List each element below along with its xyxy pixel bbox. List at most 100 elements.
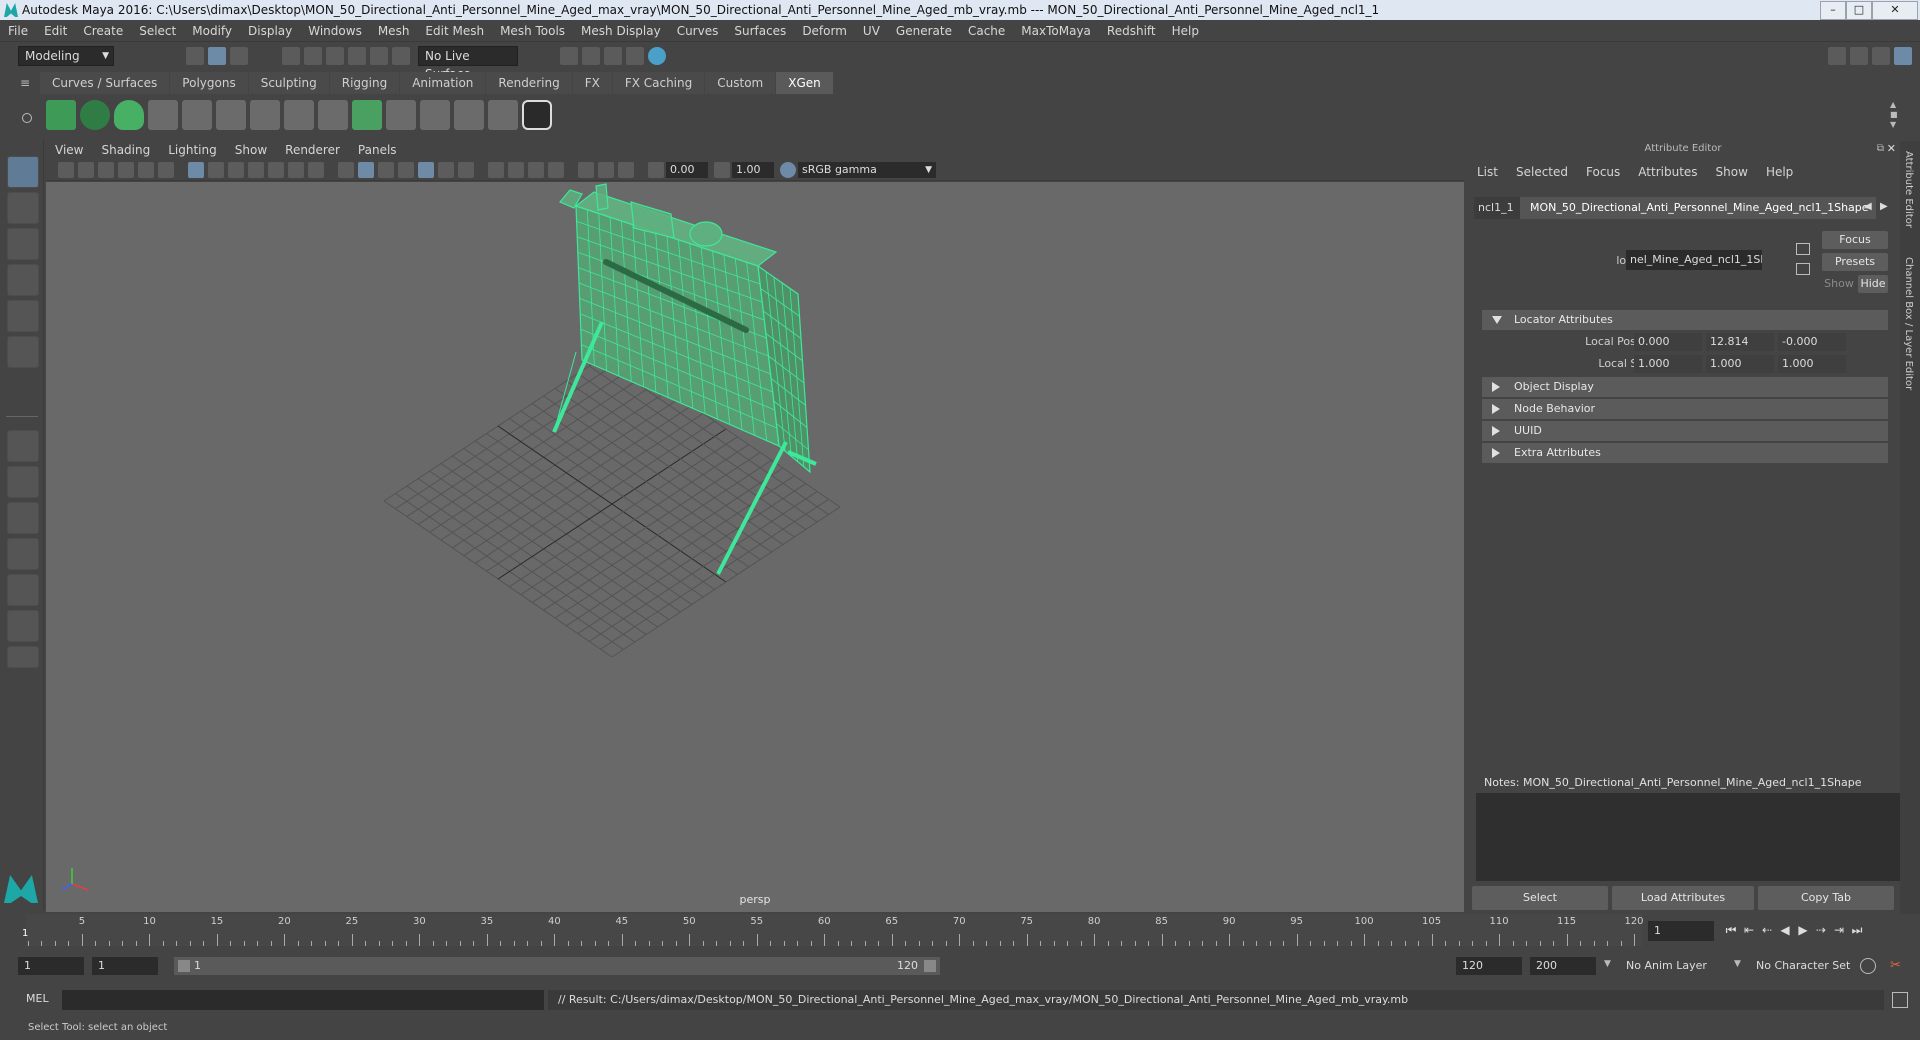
step-forward-key-icon[interactable]: ⇥ (1830, 921, 1848, 939)
close-button[interactable]: ✕ (1872, 1, 1918, 20)
minimize-button[interactable]: – (1820, 1, 1846, 20)
tab-xgen[interactable]: XGen (776, 72, 833, 94)
xgen-cut-icon[interactable] (488, 100, 518, 130)
playback-end-field[interactable]: 120 (1456, 957, 1522, 975)
two-d-pan-zoom-icon[interactable] (138, 161, 154, 178)
tab-sculpting[interactable]: Sculpting (248, 72, 329, 94)
animation-start-field[interactable]: 1 (18, 957, 84, 975)
go-to-start-icon[interactable]: ⏮ (1722, 921, 1740, 939)
xgen-add-guide-icon[interactable] (182, 100, 212, 130)
render-settings-icon[interactable] (604, 47, 622, 65)
camera-attributes-icon[interactable] (78, 161, 94, 178)
xgen-hex-icon[interactable] (522, 100, 552, 130)
show-button[interactable]: Show (1824, 275, 1854, 293)
viewport-menu-shading[interactable]: Shading (92, 141, 159, 159)
notes-textarea[interactable] (1476, 793, 1902, 881)
menu-generate[interactable]: Generate (888, 20, 960, 42)
rotate-tool-icon[interactable] (7, 300, 39, 332)
depth-of-field-icon[interactable] (528, 161, 544, 178)
xray-joints-icon[interactable] (598, 161, 614, 178)
panel-layout-icon[interactable] (1872, 47, 1890, 65)
xgen-primitive-icon[interactable] (114, 100, 144, 130)
select-by-hierarchy-icon[interactable] (186, 47, 204, 65)
select-by-component-icon[interactable] (230, 47, 248, 65)
xgen-layers-icon[interactable] (352, 100, 382, 130)
menu-mesh[interactable]: Mesh (370, 20, 418, 42)
two-view-layout-icon[interactable] (7, 502, 39, 534)
range-start-handle[interactable] (178, 960, 190, 972)
menu-uv[interactable]: UV (855, 20, 888, 42)
play-backward-icon[interactable]: ◀ (1776, 921, 1794, 939)
section-object-display[interactable]: Object Display (1482, 377, 1888, 397)
section-uuid[interactable]: UUID (1482, 421, 1888, 441)
menu-cache[interactable]: Cache (960, 20, 1013, 42)
menu-surfaces[interactable]: Surfaces (726, 20, 794, 42)
tab-ncl1-transform[interactable]: ncl1_1 (1474, 197, 1524, 219)
render-icon[interactable] (560, 47, 578, 65)
snap-projected-icon[interactable] (392, 47, 410, 65)
close-panel-icon[interactable]: ✕ (1887, 142, 1896, 155)
layout-toggle-icon[interactable] (1828, 47, 1846, 65)
ae-menu-show[interactable]: Show (1707, 161, 1757, 183)
xgen-eye-icon[interactable] (80, 100, 110, 130)
go-to-output-icon[interactable] (1796, 263, 1810, 275)
tab-rendering[interactable]: Rendering (486, 72, 572, 94)
render-globe-icon[interactable] (648, 47, 666, 65)
isolate-select-icon[interactable] (548, 161, 564, 178)
animation-end-field[interactable]: 200 (1530, 957, 1596, 975)
node-name-field[interactable]: nel_Mine_Aged_ncl1_1Shape (1626, 250, 1762, 270)
use-default-lights-icon[interactable] (418, 161, 434, 178)
anim-layer-dropdown[interactable]: No Anim Layer (1620, 957, 1746, 975)
viewport-menu-show[interactable]: Show (226, 141, 276, 159)
move-tool-icon[interactable] (7, 264, 39, 296)
section-node-behavior[interactable]: Node Behavior (1482, 399, 1888, 419)
gamma-icon[interactable] (714, 161, 730, 178)
select-tool-icon[interactable] (7, 156, 39, 188)
hypershade-icon[interactable] (626, 47, 644, 65)
field-chart-icon[interactable] (268, 161, 284, 178)
go-to-input-icon[interactable] (1796, 243, 1810, 255)
menu-select[interactable]: Select (131, 20, 184, 42)
side-tab-attribute-editor[interactable]: Attribute Editor (1903, 151, 1914, 228)
step-back-key-icon[interactable]: ⇤ (1740, 921, 1758, 939)
grid-icon[interactable] (188, 161, 204, 178)
play-forward-icon[interactable]: ▶ (1794, 921, 1812, 939)
select-by-object-icon[interactable] (208, 47, 226, 65)
four-view-layout-icon[interactable] (7, 466, 39, 498)
wireframe-icon[interactable] (338, 161, 354, 178)
ae-menu-attributes[interactable]: Attributes (1629, 161, 1706, 183)
grease-pencil-icon[interactable] (158, 161, 174, 178)
more-layouts-icon[interactable] (7, 646, 39, 668)
gamma-field[interactable]: 1.00 (732, 161, 774, 178)
smooth-shade-icon[interactable] (358, 161, 374, 178)
color-management-icon[interactable] (780, 161, 796, 178)
local-position-x-field[interactable]: 0.000 (1634, 333, 1702, 351)
tab-curves-surfaces[interactable]: Curves / Surfaces (40, 72, 170, 94)
lasso-tool-icon[interactable] (7, 192, 39, 224)
menu-mesh-tools[interactable]: Mesh Tools (492, 20, 573, 42)
hypershade-layout-icon[interactable] (7, 610, 39, 642)
local-scale-y-field[interactable]: 1.000 (1706, 355, 1774, 373)
menu-windows[interactable]: Windows (300, 20, 370, 42)
section-extra-attributes[interactable]: Extra Attributes (1482, 443, 1888, 463)
xgen-lock-guide-icon[interactable] (284, 100, 314, 130)
tab-animation[interactable]: Animation (400, 72, 486, 94)
command-language-toggle[interactable]: MEL (26, 992, 49, 1005)
go-to-end-icon[interactable]: ⏭ (1848, 921, 1866, 939)
bookmark-icon[interactable] (98, 161, 114, 178)
tab-fx[interactable]: FX (572, 72, 612, 94)
ae-menu-selected[interactable]: Selected (1507, 161, 1577, 183)
presets-button[interactable]: Presets (1822, 253, 1888, 271)
chevron-down-icon[interactable]: ▼ (1604, 959, 1611, 969)
snap-live-icon[interactable] (370, 47, 388, 65)
menu-help[interactable]: Help (1164, 20, 1207, 42)
focus-button[interactable]: Focus (1822, 231, 1888, 249)
graph-layout-icon[interactable] (7, 538, 39, 570)
safe-action-icon[interactable] (288, 161, 304, 178)
character-set-dropdown[interactable]: No Character Set (1750, 957, 1876, 975)
ae-menu-focus[interactable]: Focus (1577, 161, 1629, 183)
time-slider-ruler[interactable]: 5 10 15 20 25 30 35 40 45 50 55 60 65 70 75 80 85 90 95 100… (26, 914, 1644, 946)
hide-button[interactable]: Hide (1858, 275, 1888, 293)
menu-redshift[interactable]: Redshift (1099, 20, 1164, 42)
step-forward-frame-icon[interactable]: ⇢ (1812, 921, 1830, 939)
